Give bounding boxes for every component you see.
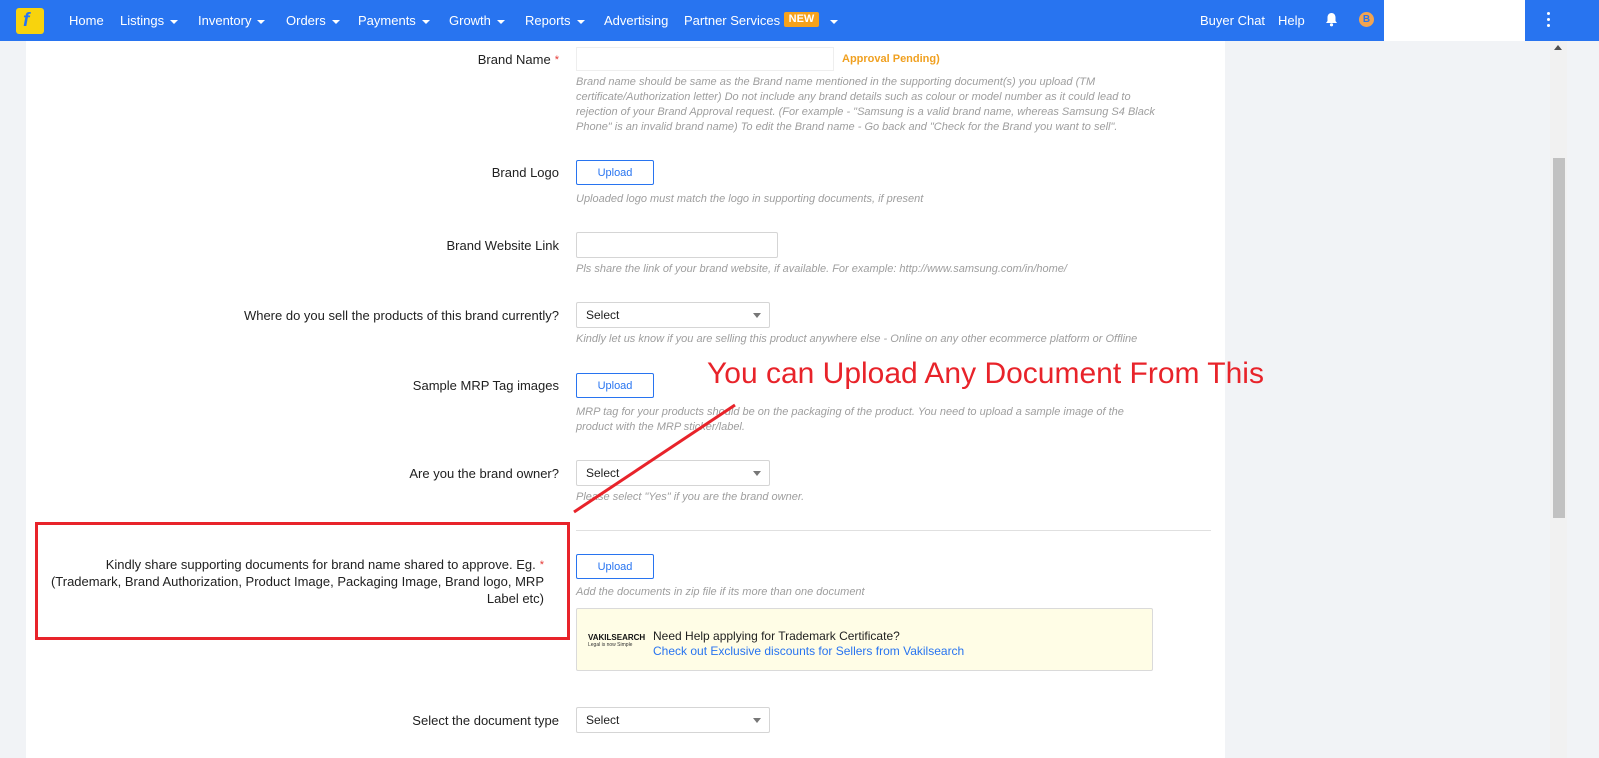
nav-advertising[interactable]: Advertising xyxy=(604,12,668,30)
help-link[interactable]: Help xyxy=(1278,12,1305,30)
promo-link[interactable]: Check out Exclusive discounts for Seller… xyxy=(653,644,964,658)
document-type-label: Select the document type xyxy=(412,713,559,728)
chevron-down-icon xyxy=(830,19,838,24)
dropdown-arrow-icon xyxy=(753,313,761,318)
nav-growth[interactable]: Growth xyxy=(449,12,505,30)
vakilsearch-logo: VAKILSEARCH Legal is now Simple xyxy=(588,633,646,648)
mrp-tag-label: Sample MRP Tag images xyxy=(412,378,559,393)
brand-owner-hint: Please select "Yes" if you are the brand… xyxy=(576,491,805,503)
chevron-down-icon xyxy=(496,19,505,24)
bell-icon[interactable] xyxy=(1325,12,1338,27)
sell-where-hint: Kindly let us know if you are selling th… xyxy=(576,333,1138,345)
brand-owner-label: Are you the brand owner? xyxy=(409,466,559,481)
brand-name-label: Brand Name * xyxy=(477,52,559,67)
flipkart-logo-icon[interactable]: f xyxy=(16,8,44,34)
partner-services-dropdown[interactable] xyxy=(824,12,838,30)
chevron-down-icon xyxy=(170,19,179,24)
brand-logo-hint: Uploaded logo must match the logo in sup… xyxy=(576,193,924,205)
mrp-tag-hint-line2: product with the MRP sticker/label. xyxy=(576,421,745,433)
nav-payments[interactable]: Payments xyxy=(358,12,430,30)
nav-reports[interactable]: Reports xyxy=(525,12,585,30)
supporting-docs-hint: Add the documents in zip file if its mor… xyxy=(576,586,865,598)
brand-website-label: Brand Website Link xyxy=(446,238,560,253)
scroll-up-arrow-icon[interactable] xyxy=(1554,45,1562,50)
document-type-select[interactable]: Select xyxy=(576,707,770,733)
sell-where-label: Where do you sell the products of this b… xyxy=(243,308,559,323)
sell-where-select[interactable]: Select xyxy=(576,302,770,328)
nav-home[interactable]: Home xyxy=(69,12,104,30)
nav-listings[interactable]: Listings xyxy=(120,12,179,30)
dropdown-arrow-icon xyxy=(753,718,761,723)
approval-status: Approval Pending) xyxy=(842,53,940,65)
dropdown-arrow-icon xyxy=(753,471,761,476)
brand-logo-upload-button[interactable]: Upload xyxy=(576,160,654,185)
brand-name-hint: Brand name should be same as the Brand n… xyxy=(576,76,1155,133)
section-divider xyxy=(576,530,1211,531)
nav-inventory[interactable]: Inventory xyxy=(198,12,266,30)
account-badge[interactable]: B xyxy=(1359,12,1374,27)
buyer-chat-link[interactable]: Buyer Chat xyxy=(1200,12,1265,30)
vakilsearch-promo: VAKILSEARCH Legal is now Simple Need Hel… xyxy=(576,608,1153,671)
brand-owner-select[interactable]: Select xyxy=(576,460,770,486)
chevron-down-icon xyxy=(576,19,585,24)
right-gutter xyxy=(1225,41,1550,758)
annotation-highlight-box xyxy=(35,522,570,640)
brand-website-hint: Pls share the link of your brand website… xyxy=(576,263,1067,275)
annotation-text: You can Upload Any Document From This xyxy=(707,357,1264,390)
account-name-redacted[interactable] xyxy=(1384,0,1525,41)
top-nav-bar: f Home Listings Inventory Orders Payment… xyxy=(0,0,1599,41)
nav-partner-services[interactable]: Partner Services xyxy=(684,12,780,30)
brand-name-field[interactable] xyxy=(576,47,834,71)
nav-orders[interactable]: Orders xyxy=(286,12,340,30)
kebab-menu-icon[interactable] xyxy=(1547,12,1551,30)
brand-website-input[interactable] xyxy=(576,232,778,258)
mrp-tag-hint-line1: MRP tag for your products should be on t… xyxy=(576,406,1124,418)
chevron-down-icon xyxy=(257,19,266,24)
chevron-down-icon xyxy=(331,19,340,24)
mrp-tag-upload-button[interactable]: Upload xyxy=(576,373,654,398)
promo-title: Need Help applying for Trademark Certifi… xyxy=(653,629,900,643)
new-badge: NEW xyxy=(784,12,819,27)
scrollbar-thumb[interactable] xyxy=(1553,158,1565,518)
supporting-docs-upload-button[interactable]: Upload xyxy=(576,554,654,579)
brand-logo-label: Brand Logo xyxy=(491,165,559,180)
chevron-down-icon xyxy=(421,19,430,24)
